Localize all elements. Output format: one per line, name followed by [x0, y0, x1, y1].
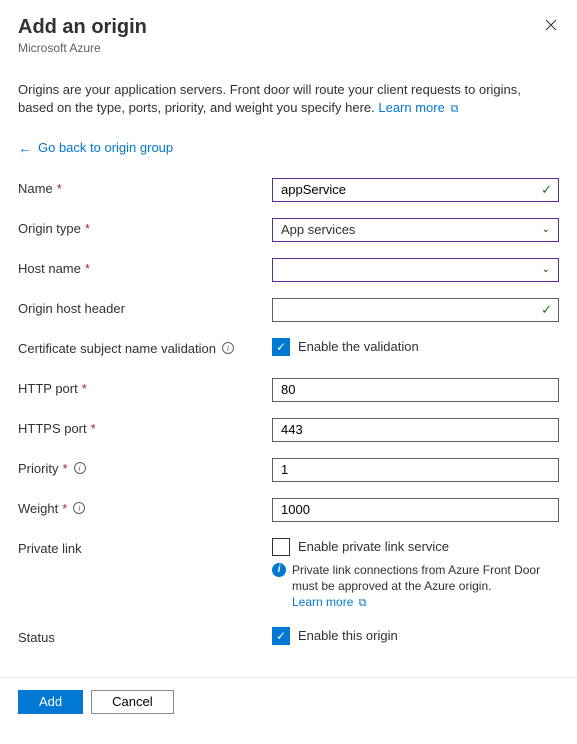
info-icon[interactable]: i	[73, 502, 85, 514]
required-star: *	[82, 381, 87, 396]
cert-validation-label: Certificate subject name validation	[18, 341, 216, 356]
required-star: *	[62, 461, 67, 476]
status-checkbox-label: Enable this origin	[298, 628, 398, 643]
external-link-icon: ⧉	[359, 597, 367, 609]
chevron-down-icon: ⌄	[542, 264, 550, 275]
origin-host-header-input[interactable]	[272, 298, 559, 322]
description-text: Origins are your application servers. Fr…	[18, 81, 559, 118]
origin-type-select[interactable]: App services ⌄	[272, 218, 559, 242]
http-port-input[interactable]	[272, 378, 559, 402]
private-link-checkbox-label: Enable private link service	[298, 539, 449, 554]
close-button[interactable]	[545, 16, 559, 34]
learn-more-link[interactable]: Learn more ⧉	[378, 100, 458, 115]
back-link[interactable]: ← Go back to origin group	[18, 140, 559, 156]
private-link-checkbox[interactable]	[272, 538, 290, 556]
required-star: *	[57, 181, 62, 196]
page-title: Add an origin	[18, 16, 147, 39]
page-subtitle: Microsoft Azure	[18, 41, 147, 55]
private-link-learn-more[interactable]: Learn more ⧉	[292, 595, 367, 609]
weight-label: Weight	[18, 501, 58, 516]
checkmark-icon: ✓	[541, 182, 552, 198]
priority-input[interactable]	[272, 458, 559, 482]
arrow-left-icon: ←	[18, 140, 32, 156]
required-star: *	[62, 501, 67, 516]
https-port-label: HTTPS port	[18, 421, 87, 436]
required-star: *	[91, 421, 96, 436]
host-name-select[interactable]: ⌄	[272, 258, 559, 282]
info-icon: i	[272, 563, 286, 577]
cancel-button[interactable]: Cancel	[91, 690, 173, 714]
external-link-icon: ⧉	[450, 103, 458, 115]
info-icon[interactable]: i	[74, 462, 86, 474]
host-name-label: Host name	[18, 261, 81, 276]
origin-host-header-label: Origin host header	[18, 301, 125, 316]
weight-input[interactable]	[272, 498, 559, 522]
status-label: Status	[18, 630, 55, 645]
private-link-info-text: Private link connections from Azure Fron…	[292, 563, 540, 593]
close-icon	[545, 19, 557, 31]
add-button[interactable]: Add	[18, 690, 83, 714]
name-input[interactable]	[272, 178, 559, 202]
checkmark-icon: ✓	[541, 302, 552, 318]
required-star: *	[85, 221, 90, 236]
https-port-input[interactable]	[272, 418, 559, 442]
chevron-down-icon: ⌄	[542, 224, 550, 235]
name-label: Name	[18, 181, 53, 196]
info-icon[interactable]: i	[222, 342, 234, 354]
private-link-label: Private link	[18, 541, 82, 556]
cert-validation-checkbox-label: Enable the validation	[298, 339, 419, 354]
status-checkbox[interactable]: ✓	[272, 627, 290, 645]
http-port-label: HTTP port	[18, 381, 78, 396]
cert-validation-checkbox[interactable]: ✓	[272, 338, 290, 356]
origin-type-label: Origin type	[18, 221, 81, 236]
priority-label: Priority	[18, 461, 58, 476]
required-star: *	[85, 261, 90, 276]
